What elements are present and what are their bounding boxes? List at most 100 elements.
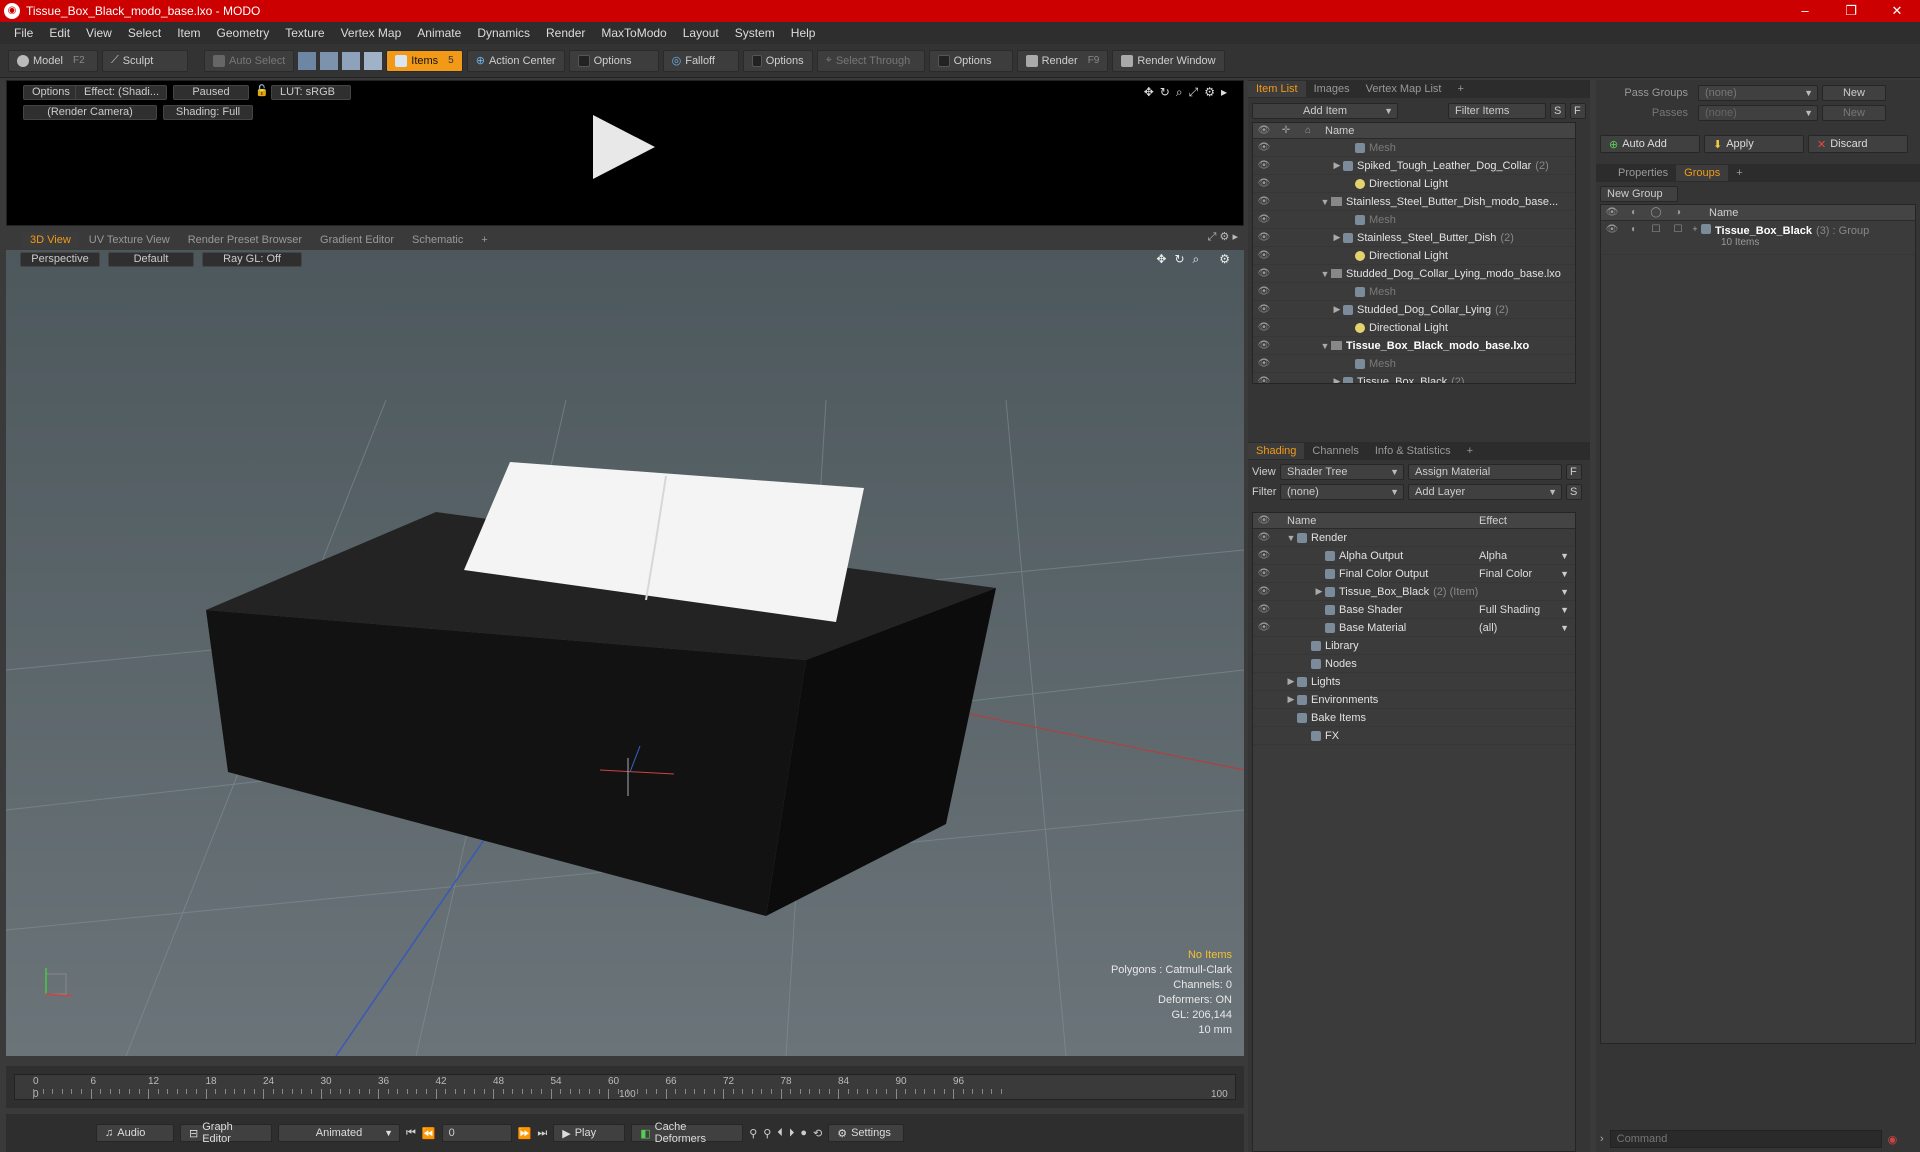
materials-mode-icon[interactable] bbox=[364, 51, 383, 70]
next-frame-icon[interactable]: ⏩ bbox=[518, 1127, 532, 1140]
tab-info-statistics[interactable]: Info & Statistics bbox=[1367, 443, 1459, 459]
item-list-row[interactable]: 👁 ▶ Studded_Dog_Collar_Lying (2) bbox=[1253, 301, 1575, 319]
lut-dropdown[interactable]: LUT: sRGB bbox=[271, 85, 351, 100]
move-icon[interactable]: ✥ bbox=[1144, 85, 1154, 100]
effect-value[interactable]: (all) bbox=[1479, 622, 1497, 634]
add-tab-button[interactable]: + bbox=[1459, 443, 1481, 459]
arrow-right-icon[interactable]: ▸ bbox=[1221, 85, 1227, 100]
new-pass-group-button[interactable]: New bbox=[1822, 85, 1886, 101]
eye-icon[interactable]: 👁 bbox=[1253, 250, 1275, 261]
minimize-button[interactable]: – bbox=[1782, 0, 1828, 22]
record-icon[interactable]: ◉ bbox=[1888, 1133, 1898, 1146]
falloff-button[interactable]: ◎ Falloff bbox=[662, 49, 739, 72]
vertices-mode-icon[interactable] bbox=[298, 51, 317, 70]
menu-vertex-map[interactable]: Vertex Map bbox=[333, 26, 410, 40]
rotate-icon[interactable]: ↻ bbox=[1174, 252, 1184, 267]
item-list-row[interactable]: 👁 Directional Light bbox=[1253, 319, 1575, 337]
shader-tree-row[interactable]: 👁 Final Color Output Final Color ▼ bbox=[1253, 565, 1575, 583]
expand-icon[interactable]: ▶ bbox=[1313, 586, 1325, 597]
expand-icon[interactable]: ⤢ bbox=[1208, 231, 1217, 243]
auto-select-button[interactable]: Auto Select bbox=[204, 49, 295, 72]
eye-icon[interactable]: 👁 bbox=[1253, 550, 1275, 561]
item-list-row[interactable]: 👁 Mesh bbox=[1253, 355, 1575, 373]
key-all-icon[interactable]: ⚲ bbox=[763, 1127, 771, 1140]
render-window-button[interactable]: Render Window bbox=[1112, 49, 1225, 72]
discard-button[interactable]: ✕ Discard bbox=[1808, 135, 1908, 153]
menu-select[interactable]: Select bbox=[120, 26, 169, 40]
polygons-mode-icon[interactable] bbox=[342, 51, 361, 70]
tab-gradient-editor[interactable]: Gradient Editor bbox=[312, 232, 402, 248]
chevron-down-icon[interactable]: ▼ bbox=[1560, 587, 1569, 597]
select-through-button[interactable]: ⌖ Select Through bbox=[816, 49, 925, 72]
expand-icon[interactable]: ▶ bbox=[1331, 304, 1343, 315]
render-preview[interactable]: Options Effect: (Shadi... Paused 🔓 LUT: … bbox=[6, 80, 1244, 226]
add-tab-button[interactable]: + bbox=[1728, 165, 1750, 181]
item-list-row[interactable]: 👁 ▶ Stainless_Steel_Butter_Dish (2) bbox=[1253, 229, 1575, 247]
shader-tree-row[interactable]: Library bbox=[1253, 637, 1575, 655]
effect-dropdown[interactable]: Effect: (Shadi... bbox=[75, 85, 167, 100]
pass-groups-dropdown[interactable]: (none) ▼ bbox=[1698, 85, 1818, 101]
shader-tree-row[interactable]: 👁 Base Shader Full Shading ▼ bbox=[1253, 601, 1575, 619]
eye-icon[interactable]: 👁 bbox=[1253, 304, 1275, 315]
action-center-button[interactable]: ⊕ Action Center bbox=[466, 49, 565, 72]
add-item-dropdown[interactable]: Add Item ▼ bbox=[1252, 103, 1398, 119]
menu-system[interactable]: System bbox=[727, 26, 783, 40]
menu-geometry[interactable]: Geometry bbox=[209, 26, 278, 40]
eye-icon[interactable]: 👁 bbox=[1253, 376, 1275, 383]
eye-icon[interactable]: 👁 bbox=[1253, 322, 1275, 333]
action-center-options-button[interactable]: Options bbox=[568, 49, 659, 72]
expand-icon[interactable]: ▶ bbox=[1285, 694, 1297, 705]
shader-tree-row[interactable]: 👁 ▼ Render bbox=[1253, 529, 1575, 547]
prev-frame-icon[interactable]: ⏪ bbox=[422, 1127, 436, 1140]
tab-channels[interactable]: Channels bbox=[1304, 443, 1366, 459]
3d-viewport[interactable]: Perspective Default Ray GL: Off ✥ ↻ ⌕ ⚙ … bbox=[6, 250, 1244, 1056]
tab-shading[interactable]: Shading bbox=[1248, 443, 1305, 459]
apply-button[interactable]: ⬇ Apply bbox=[1704, 135, 1804, 153]
eye-icon[interactable]: 👁 bbox=[1253, 622, 1275, 633]
shader-tree-row[interactable]: FX bbox=[1253, 727, 1575, 745]
shading-f-button[interactable]: F bbox=[1566, 464, 1582, 480]
last-frame-icon[interactable]: ⏭ bbox=[537, 1127, 547, 1140]
auto-key-icon[interactable]: ⟲ bbox=[813, 1127, 822, 1140]
raygl-toggle[interactable]: Ray GL: Off bbox=[202, 252, 302, 267]
graph-editor-button[interactable]: ⊟ Graph Editor bbox=[180, 1121, 272, 1145]
tab-schematic[interactable]: Schematic bbox=[404, 232, 471, 248]
shading-dropdown[interactable]: Shading: Full bbox=[163, 105, 253, 120]
eye-icon[interactable]: 👁 bbox=[1253, 586, 1275, 597]
eye-icon[interactable]: 👁 bbox=[1253, 340, 1275, 351]
shader-tree-row[interactable]: ▶ Environments bbox=[1253, 691, 1575, 709]
render-button[interactable]: Render F9 bbox=[1016, 49, 1109, 72]
menu-view[interactable]: View bbox=[78, 26, 120, 40]
item-list-row[interactable]: 👁 Mesh bbox=[1253, 211, 1575, 229]
item-list-row[interactable]: 👁 Directional Light bbox=[1253, 175, 1575, 193]
tab-render-preset-browser[interactable]: Render Preset Browser bbox=[180, 232, 310, 248]
settings-button[interactable]: ⚙ Settings bbox=[828, 1124, 905, 1142]
shader-tree-row[interactable]: ▶ Lights bbox=[1253, 673, 1575, 691]
chevron-down-icon[interactable]: ▼ bbox=[1560, 605, 1569, 615]
eye-icon[interactable]: 👁 bbox=[1601, 224, 1623, 235]
tab-properties[interactable]: Properties bbox=[1610, 165, 1676, 181]
tab-images[interactable]: Images bbox=[1306, 81, 1358, 97]
item-list-row[interactable]: 👁 Directional Light bbox=[1253, 247, 1575, 265]
eye-icon[interactable]: 👁 bbox=[1253, 214, 1275, 225]
maximize-button[interactable]: ❐ bbox=[1828, 0, 1874, 22]
first-frame-icon[interactable]: ⏮ bbox=[406, 1127, 416, 1140]
play-button[interactable]: ▶ Play bbox=[553, 1124, 626, 1142]
chevron-down-icon[interactable]: ▼ bbox=[1560, 551, 1569, 561]
item-list-row[interactable]: 👁 Mesh bbox=[1253, 283, 1575, 301]
fit-icon[interactable]: ⤢ bbox=[1189, 85, 1199, 100]
chevron-down-icon[interactable]: ▼ bbox=[1560, 569, 1569, 579]
edges-mode-icon[interactable] bbox=[320, 51, 339, 70]
next-key-icon[interactable]: ⏵ bbox=[789, 1127, 795, 1140]
command-input[interactable] bbox=[1609, 1130, 1882, 1148]
tab-vertex-map-list[interactable]: Vertex Map List bbox=[1358, 81, 1450, 97]
checkbox-icon[interactable]: ☐ bbox=[1645, 224, 1667, 235]
frame-input[interactable]: 0 bbox=[441, 1124, 512, 1142]
item-list-row[interactable]: 👁 ▶ Tissue_Box_Black (2) bbox=[1253, 373, 1575, 383]
tab-uv-texture-view[interactable]: UV Texture View bbox=[81, 232, 178, 248]
add-tab-button[interactable]: + bbox=[1449, 81, 1471, 97]
item-list-row[interactable]: 👁 Mesh bbox=[1253, 139, 1575, 157]
eye-icon[interactable]: 👁 bbox=[1253, 268, 1275, 279]
play-render-icon[interactable] bbox=[593, 115, 655, 179]
model-mode-button[interactable]: Model F2 bbox=[8, 49, 98, 72]
